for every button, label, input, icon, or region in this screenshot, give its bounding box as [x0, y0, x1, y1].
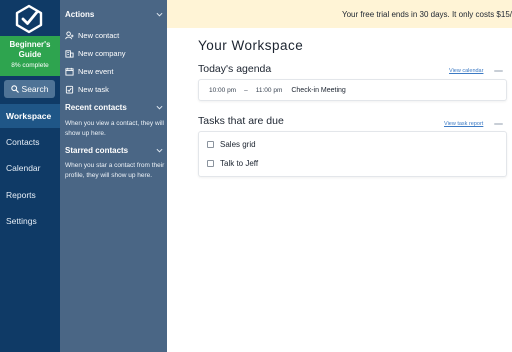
actions-title: Actions	[65, 9, 95, 19]
starred-contacts-title: Starred contacts	[65, 145, 129, 155]
beginners-guide-button[interactable]: Beginner's Guide 8% complete	[0, 36, 60, 76]
agenda-menu-icon[interactable]	[494, 70, 503, 72]
task-item[interactable]: Talk to Jeff	[199, 154, 506, 173]
actions-panel: Actions New contact New company New even…	[60, 0, 167, 352]
tasks-title: Tasks that are due	[198, 115, 284, 127]
starred-contacts-header[interactable]: Starred contacts	[65, 143, 163, 157]
new-contact-label: New contact	[78, 30, 120, 40]
event-title: Check-in Meeting	[291, 86, 346, 94]
new-task-label: New task	[78, 84, 109, 94]
new-company-button[interactable]: New company	[65, 45, 163, 61]
nav-item-reports[interactable]: Reports	[0, 183, 60, 207]
chevron-down-icon	[156, 12, 163, 17]
guide-title: Beginner's Guide	[9, 40, 51, 59]
workspace-main: Your free trial ends in 30 days. It only…	[167, 0, 512, 352]
recent-contacts-header[interactable]: Recent contacts	[65, 100, 163, 114]
page-title: Your Workspace	[198, 38, 304, 53]
nav-item-workspace[interactable]: Workspace	[0, 104, 60, 128]
agenda-event[interactable]: 10:00 pm – 11:00 pm Check-in Meeting	[199, 80, 506, 100]
agenda-card: 10:00 pm – 11:00 pm Check-in Meeting	[198, 79, 507, 101]
chevron-down-icon	[156, 105, 163, 110]
task-checkbox[interactable]	[207, 160, 214, 167]
recent-contacts-title: Recent contacts	[65, 102, 127, 112]
new-task-button[interactable]: New task	[65, 81, 163, 97]
event-end-time: 11:00 pm	[255, 86, 283, 94]
event-time-separator: –	[244, 86, 248, 94]
task-label: Talk to Jeff	[220, 159, 259, 168]
trial-banner: Your free trial ends in 30 days. It only…	[167, 0, 512, 28]
main-nav: Beginner's Guide 8% complete Search Work…	[0, 0, 60, 352]
add-contact-icon	[65, 30, 74, 39]
new-contact-button[interactable]: New contact	[65, 27, 163, 43]
company-icon	[65, 49, 74, 58]
tasks-card: Sales grid Talk to Jeff	[198, 131, 507, 177]
new-event-label: New event	[78, 66, 114, 76]
search-button[interactable]: Search	[4, 80, 55, 98]
actions-header[interactable]: Actions	[65, 7, 163, 21]
view-calendar-link[interactable]: View calendar	[449, 68, 483, 74]
agenda-title: Today's agenda	[198, 63, 272, 75]
search-label: Search	[21, 84, 49, 94]
calendar-icon	[65, 67, 74, 76]
nav-item-contacts[interactable]: Contacts	[0, 130, 60, 154]
chevron-down-icon	[156, 148, 163, 153]
new-event-button[interactable]: New event	[65, 63, 163, 79]
new-company-label: New company	[78, 48, 126, 58]
starred-contacts-hint: When you star a contact from their profi…	[65, 162, 165, 179]
event-start-time: 10:00 pm	[209, 86, 237, 94]
guide-progress: 8% complete	[11, 62, 49, 69]
task-icon	[65, 85, 74, 94]
search-icon	[10, 85, 19, 93]
tasks-menu-icon[interactable]	[494, 123, 503, 125]
app-logo-icon[interactable]	[14, 4, 44, 34]
nav-item-settings[interactable]: Settings	[0, 209, 60, 233]
view-task-report-link[interactable]: View task report	[444, 121, 483, 127]
nav-item-calendar[interactable]: Calendar	[0, 156, 60, 180]
trial-banner-text: Your free trial ends in 30 days. It only…	[341, 9, 512, 19]
recent-contacts-hint: When you view a contact, they will show …	[65, 120, 164, 137]
task-label: Sales grid	[220, 140, 256, 149]
task-checkbox[interactable]	[207, 141, 214, 148]
task-item[interactable]: Sales grid	[199, 135, 506, 154]
